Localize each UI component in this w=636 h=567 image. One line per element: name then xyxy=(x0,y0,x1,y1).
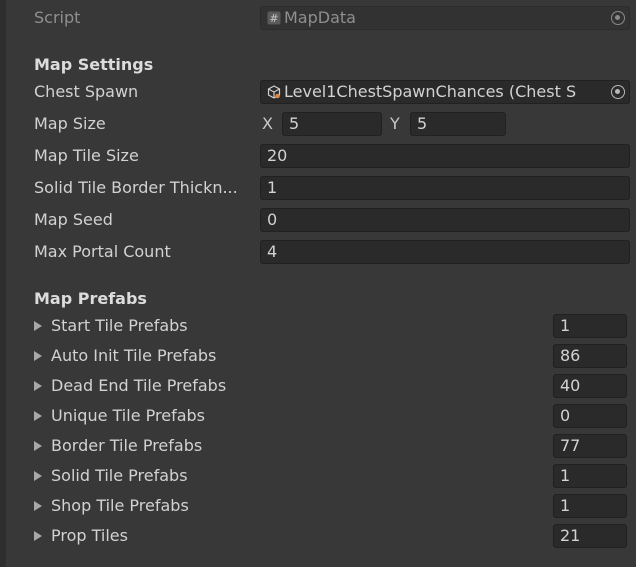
chest-spawn-label: Chest Spawn xyxy=(34,82,139,101)
map-seed-row: Map Seed 0 xyxy=(6,206,636,234)
map-prefabs-header: Map Prefabs xyxy=(34,289,147,308)
foldout-arrow-icon[interactable] xyxy=(34,351,42,361)
map-size-y-input[interactable]: 5 xyxy=(410,112,506,136)
script-value: MapData xyxy=(284,8,356,27)
foldout-arrow-icon[interactable] xyxy=(34,531,42,541)
prefab-list-row[interactable]: Border Tile Prefabs 77 xyxy=(6,432,636,460)
prefab-list-row[interactable]: Auto Init Tile Prefabs 86 xyxy=(6,342,636,370)
chest-spawn-row: Chest Spawn Level1ChestSpawnChances (Che… xyxy=(6,78,636,106)
max-portal-count-row: Max Portal Count 4 xyxy=(6,238,636,266)
object-picker-icon[interactable] xyxy=(611,11,625,25)
inspector-panel: Script # MapData Map Settings Chest Spaw… xyxy=(6,0,636,567)
map-size-x-input[interactable]: 5 xyxy=(282,112,382,136)
scriptable-object-icon xyxy=(267,85,281,99)
max-portal-count-label: Max Portal Count xyxy=(34,242,171,261)
prefab-list-label[interactable]: Prop Tiles xyxy=(51,522,128,550)
prefab-list-label[interactable]: Start Tile Prefabs xyxy=(51,312,188,340)
prefab-list-count-input[interactable]: 0 xyxy=(553,404,627,428)
prefab-list-count-input[interactable]: 1 xyxy=(553,494,627,518)
prefab-list-row[interactable]: Dead End Tile Prefabs 40 xyxy=(6,372,636,400)
prefab-list-row[interactable]: Prop Tiles 21 xyxy=(6,522,636,550)
prefab-list-count-input[interactable]: 1 xyxy=(553,464,627,488)
foldout-arrow-icon[interactable] xyxy=(34,411,42,421)
prefab-list-label[interactable]: Dead End Tile Prefabs xyxy=(51,372,226,400)
foldout-arrow-icon[interactable] xyxy=(34,471,42,481)
map-size-y-label: Y xyxy=(390,114,400,133)
map-size-x-label: X xyxy=(262,114,273,133)
prefab-list-row[interactable]: Shop Tile Prefabs 1 xyxy=(6,492,636,520)
object-picker-icon[interactable] xyxy=(611,85,625,99)
chest-spawn-field[interactable]: Level1ChestSpawnChances (Chest S xyxy=(260,80,630,104)
prefab-list-row[interactable]: Solid Tile Prefabs 1 xyxy=(6,462,636,490)
prefab-list-label[interactable]: Border Tile Prefabs xyxy=(51,432,202,460)
foldout-arrow-icon[interactable] xyxy=(34,321,42,331)
prefab-list-count-input[interactable]: 1 xyxy=(553,314,627,338)
map-seed-input[interactable]: 0 xyxy=(260,208,630,232)
map-tile-size-input[interactable]: 20 xyxy=(260,144,630,168)
prefab-list-row[interactable]: Unique Tile Prefabs 0 xyxy=(6,402,636,430)
prefab-list-label[interactable]: Solid Tile Prefabs xyxy=(51,462,188,490)
script-label: Script xyxy=(34,8,81,27)
max-portal-count-input[interactable]: 4 xyxy=(260,240,630,264)
map-settings-header: Map Settings xyxy=(34,55,154,74)
solid-tile-border-label: Solid Tile Border Thickn... xyxy=(34,178,238,197)
prefab-list-count-input[interactable]: 40 xyxy=(553,374,627,398)
prefab-list-count-input[interactable]: 86 xyxy=(553,344,627,368)
map-tile-size-label: Map Tile Size xyxy=(34,146,139,165)
solid-tile-border-row: Solid Tile Border Thickn... 1 xyxy=(6,174,636,202)
prefab-list-count-input[interactable]: 77 xyxy=(553,434,627,458)
script-hash-icon: # xyxy=(267,11,281,25)
prefab-list-count-input[interactable]: 21 xyxy=(553,524,627,548)
script-row: Script # MapData xyxy=(6,4,636,32)
chest-spawn-value: Level1ChestSpawnChances (Chest S xyxy=(284,82,577,101)
map-settings-header-row: Map Settings xyxy=(6,51,636,79)
solid-tile-border-input[interactable]: 1 xyxy=(260,176,630,200)
foldout-arrow-icon[interactable] xyxy=(34,441,42,451)
foldout-arrow-icon[interactable] xyxy=(34,381,42,391)
script-field[interactable]: # MapData xyxy=(260,6,630,30)
map-seed-label: Map Seed xyxy=(34,210,113,229)
map-size-label: Map Size xyxy=(34,114,106,133)
prefab-list-label[interactable]: Auto Init Tile Prefabs xyxy=(51,342,216,370)
prefab-list-label[interactable]: Shop Tile Prefabs xyxy=(51,492,189,520)
foldout-arrow-icon[interactable] xyxy=(34,501,42,511)
map-tile-size-row: Map Tile Size 20 xyxy=(6,142,636,170)
map-size-row: Map Size X 5 Y 5 xyxy=(6,110,636,138)
map-prefabs-header-row: Map Prefabs xyxy=(6,285,636,313)
prefab-list-row[interactable]: Start Tile Prefabs 1 xyxy=(6,312,636,340)
svg-text:#: # xyxy=(269,12,278,25)
prefab-list-label[interactable]: Unique Tile Prefabs xyxy=(51,402,205,430)
